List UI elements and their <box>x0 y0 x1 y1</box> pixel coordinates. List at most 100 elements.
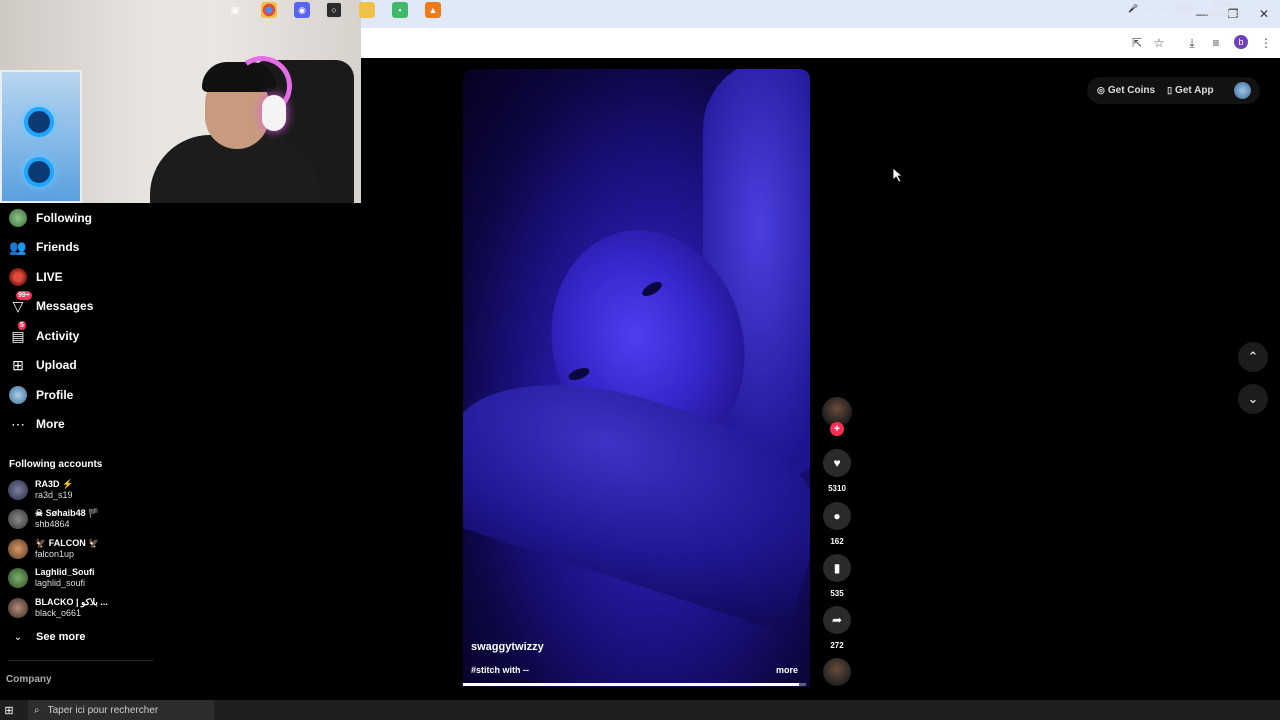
activity-badge: 5 <box>18 321 26 330</box>
notification-icon[interactable]: ▭ <box>1254 4 1262 13</box>
sidebar-item-label: Friends <box>36 240 80 254</box>
friends-icon: 👥 <box>9 238 27 255</box>
bookmark-star-icon[interactable]: ☆ <box>1150 34 1168 52</box>
discord-icon[interactable]: ◉ <box>294 2 310 18</box>
avatar <box>8 480 28 500</box>
account-name: RA3D ⚡ <box>35 479 74 489</box>
save-button[interactable]: ▮ <box>823 554 851 582</box>
browser-menu-icon[interactable]: ⋮ <box>1257 34 1275 52</box>
next-video-button[interactable]: ⌄ <box>1238 384 1268 414</box>
save-count: 535 <box>830 589 844 598</box>
app-icon[interactable]: ▪ <box>392 2 408 18</box>
chevron-down-icon: ⌄ <box>13 631 23 643</box>
windows-taskbar: ⊞ ⌕ Taper ici pour rechercher <box>0 700 1280 720</box>
pc-case-graphic <box>0 70 82 203</box>
live-icon <box>8 267 28 287</box>
task-view-icon[interactable]: ▣ <box>227 2 243 18</box>
sidebar-item-label: Activity <box>36 329 80 343</box>
taskbar-search[interactable]: ⌕ Taper ici pour rechercher <box>28 700 214 720</box>
sidebar-item-friends[interactable]: 👥 Friends <box>8 236 79 258</box>
account-username: black_o661 <box>35 608 82 618</box>
tray-chevron-icon[interactable]: ⌃ <box>1112 4 1119 13</box>
browser-title-bar <box>361 0 1280 28</box>
video-more-link[interactable]: more <box>776 665 798 675</box>
user-avatar[interactable] <box>1234 82 1251 99</box>
media-control-icon[interactable]: ≡ <box>1207 34 1225 52</box>
windows-start-icon[interactable]: ⊞ <box>0 700 18 720</box>
sidebar-item-profile[interactable]: Profile <box>8 384 73 406</box>
video-progress-fill <box>463 683 800 686</box>
comment-count: 162 <box>830 537 844 546</box>
see-more-label: See more <box>36 631 86 643</box>
share-button[interactable]: ➦ <box>823 606 851 634</box>
avatar <box>8 539 28 559</box>
get-coins-button[interactable]: ◎ Get Coins <box>1097 85 1155 96</box>
clock-time: 21:26 <box>1213 2 1231 9</box>
language-indicator[interactable]: FRA <box>1178 4 1194 13</box>
profile-avatar-button[interactable]: b <box>1234 35 1248 49</box>
chevron-down-icon: ⌄ <box>1247 391 1259 406</box>
following-account[interactable]: ☠ Søhaib48 🏴 shb4864 <box>8 505 99 533</box>
taskbar-clock[interactable]: 21:26 10/01/2026 <box>1197 1 1247 19</box>
file-explorer-icon[interactable] <box>359 2 375 18</box>
video-description[interactable]: #stitch with -- <box>471 665 529 675</box>
comment-icon: ● <box>833 509 841 523</box>
get-coins-label: Get Coins <box>1107 85 1156 96</box>
sidebar-item-upload[interactable]: ⊞ Upload <box>8 354 77 376</box>
share-count: 272 <box>830 641 844 650</box>
account-name: 🦅 FALCON 🦅 <box>35 538 100 548</box>
avatar <box>8 568 28 588</box>
comment-button[interactable]: ● <box>823 502 851 530</box>
get-app-label: Get App <box>1175 85 1214 96</box>
like-button[interactable]: ♥ <box>823 449 851 477</box>
upload-icon: ⊞ <box>12 356 24 373</box>
following-account[interactable]: Laghlid_Soufi laghlid_soufi <box>8 564 95 592</box>
profile-avatar-icon <box>8 385 28 405</box>
messages-badge: 99+ <box>16 291 32 300</box>
network-icon[interactable]: ▭ <box>1144 4 1152 13</box>
coin-icon: ◎ <box>1097 85 1105 95</box>
sidebar-item-live[interactable]: LIVE <box>8 266 63 288</box>
install-app-icon[interactable]: ⇱ <box>1128 34 1146 52</box>
sidebar-item-activity[interactable]: ▤ 5 Activity <box>8 321 80 347</box>
chrome-icon[interactable] <box>261 2 277 18</box>
follow-plus-button[interactable]: + <box>830 422 844 436</box>
search-icon: ⌕ <box>34 704 40 716</box>
account-name: Laghlid_Soufi <box>35 567 95 577</box>
download-icon[interactable]: ⤓ <box>1183 34 1201 52</box>
phone-icon: ▯ <box>1167 85 1173 95</box>
bookmark-icon: ▮ <box>833 561 841 575</box>
get-app-button[interactable]: ▯ Get App <box>1167 85 1213 96</box>
sidebar-item-label: More <box>36 417 65 431</box>
account-name: BLACKO | بلاكو ... <box>35 597 108 607</box>
app-icon[interactable]: ▲ <box>425 2 441 18</box>
see-more-button[interactable]: ⌄ See more <box>8 626 86 648</box>
following-account[interactable]: 🦅 FALCON 🦅 falcon1up <box>8 535 99 563</box>
taskbar-search-placeholder: Taper ici pour rechercher <box>47 704 159 716</box>
company-link[interactable]: Company <box>6 674 52 685</box>
following-account[interactable]: BLACKO | بلاكو ... black_o661 <box>8 594 108 622</box>
previous-video-button[interactable]: ⌃ <box>1238 342 1268 372</box>
sidebar-item-label: Messages <box>36 299 94 313</box>
video-username[interactable]: swaggytwizzy <box>471 641 544 653</box>
sidebar-item-more[interactable]: ⋯ More <box>8 413 65 435</box>
search-app-icon[interactable]: ○ <box>326 2 342 18</box>
music-disc-avatar[interactable] <box>823 658 851 686</box>
video-progress-bar[interactable] <box>463 683 806 686</box>
following-accounts-title: Following accounts <box>9 459 103 470</box>
video-player[interactable]: swaggytwizzy #stitch with -- more <box>463 69 810 687</box>
microphone-icon[interactable]: 🎤 <box>1128 4 1138 13</box>
messages-icon: ▽ 99+ <box>12 291 32 314</box>
sidebar-divider <box>8 660 153 661</box>
account-username: ra3d_s19 <box>35 490 73 500</box>
more-icon: ⋯ <box>11 415 25 432</box>
sidebar-item-label: Profile <box>36 388 74 402</box>
sidebar-item-messages[interactable]: ▽ 99+ Messages <box>8 291 94 317</box>
clock-date: 10/01/2026 <box>1204 11 1240 18</box>
account-username: shb4864 <box>35 519 70 529</box>
chevron-up-icon: ⌃ <box>1247 349 1259 364</box>
volume-icon[interactable]: ◁ <box>1160 4 1166 13</box>
sidebar-item-following[interactable]: Following <box>8 207 92 229</box>
following-account[interactable]: RA3D ⚡ ra3d_s19 <box>8 476 73 504</box>
sidebar-item-label: LIVE <box>36 270 63 284</box>
